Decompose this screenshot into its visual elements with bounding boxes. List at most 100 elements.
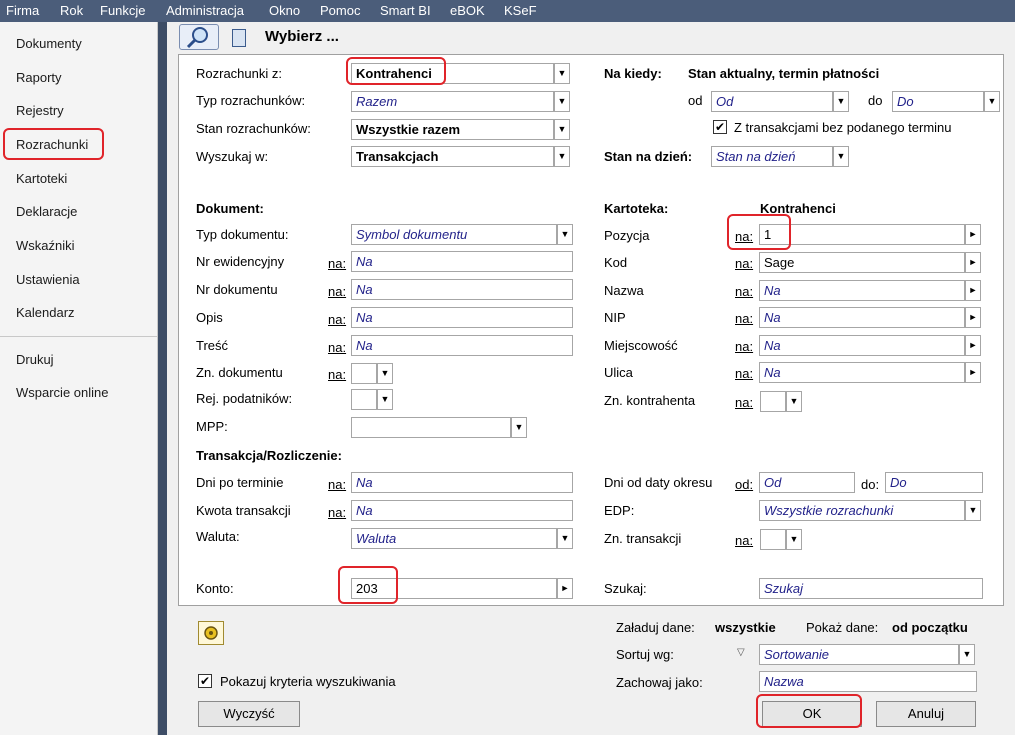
chevron-right-icon[interactable]: ► <box>965 252 981 273</box>
edp-select[interactable]: Wszystkie rozrachunki <box>759 500 965 521</box>
tresc-input[interactable]: Na <box>351 335 573 356</box>
menu-funkcje[interactable]: Funkcje <box>100 3 146 18</box>
menu-ksef[interactable]: KSeF <box>504 3 537 18</box>
na-link[interactable]: na: <box>328 505 346 520</box>
typ-dokumentu-select[interactable]: Symbol dokumentu <box>351 224 557 245</box>
splitter[interactable] <box>158 22 167 735</box>
chevron-down-icon[interactable]: ▼ <box>557 528 573 549</box>
waluta-label: Waluta: <box>196 529 240 544</box>
od-select[interactable]: Od <box>711 91 833 112</box>
chevron-down-icon[interactable]: ▼ <box>786 529 802 550</box>
chevron-down-icon[interactable]: ▼ <box>833 146 849 167</box>
od-link[interactable]: od: <box>735 477 753 492</box>
dni-do-input[interactable]: Do <box>885 472 983 493</box>
na-link[interactable]: na: <box>735 339 753 354</box>
opis-input[interactable]: Na <box>351 307 573 328</box>
zn-transakcji-select[interactable] <box>760 529 786 550</box>
na-link[interactable]: na: <box>735 311 753 326</box>
dni-od-input[interactable]: Od <box>759 472 855 493</box>
sidebar-item-kalendarz[interactable]: Kalendarz <box>16 305 75 320</box>
chevron-down-icon[interactable]: ▼ <box>557 224 573 245</box>
na-link[interactable]: na: <box>735 395 753 410</box>
pokaz-value[interactable]: od początku <box>892 620 968 635</box>
menu-okno[interactable]: Okno <box>269 3 300 18</box>
na-link[interactable]: na: <box>328 284 346 299</box>
na-link[interactable]: na: <box>328 367 346 382</box>
typ-rozrachunkow-select[interactable]: Razem <box>351 91 554 112</box>
na-link[interactable]: na: <box>735 256 753 271</box>
dni-po-terminie-input[interactable]: Na <box>351 472 573 493</box>
sidebar-item-ustawienia[interactable]: Ustawienia <box>16 272 80 287</box>
chevron-down-icon[interactable]: ▼ <box>554 146 570 167</box>
stan-rozrachunkow-select[interactable]: Wszystkie razem <box>351 119 554 140</box>
cancel-button[interactable]: Anuluj <box>876 701 976 727</box>
sidebar-item-dokumenty[interactable]: Dokumenty <box>16 36 82 51</box>
sortuj-select[interactable]: Sortowanie <box>759 644 959 665</box>
miejscowosc-input[interactable]: Na <box>759 335 965 356</box>
do-link[interactable]: do: <box>861 477 879 492</box>
na-link[interactable]: na: <box>735 284 753 299</box>
kod-input[interactable]: Sage <box>759 252 965 273</box>
chevron-down-icon[interactable]: ▼ <box>377 389 393 410</box>
bez-terminu-checkbox[interactable]: ✔ <box>713 120 727 134</box>
chevron-down-icon[interactable]: ▼ <box>984 91 1000 112</box>
nip-input[interactable]: Na <box>759 307 965 328</box>
na-link[interactable]: na: <box>328 477 346 492</box>
zn-dokumentu-select[interactable] <box>351 363 377 384</box>
zn-kontrahenta-select[interactable] <box>760 391 786 412</box>
mpp-select[interactable] <box>351 417 511 438</box>
chevron-down-icon[interactable]: ▼ <box>959 644 975 665</box>
chevron-down-icon[interactable]: ▼ <box>965 500 981 521</box>
sidebar-item-kartoteki[interactable]: Kartoteki <box>16 171 67 186</box>
stan-na-dzien-select[interactable]: Stan na dzień <box>711 146 833 167</box>
pokazuj-kryteria-checkbox[interactable]: ✔ <box>198 674 212 688</box>
chevron-down-icon[interactable]: ▼ <box>554 63 570 84</box>
chevron-down-icon[interactable]: ▼ <box>511 417 527 438</box>
nazwa-input[interactable]: Na <box>759 280 965 301</box>
chevron-right-icon[interactable]: ► <box>965 362 981 383</box>
chevron-down-icon[interactable]: ▼ <box>554 119 570 140</box>
na-link[interactable]: na: <box>735 533 753 548</box>
chevron-right-icon[interactable]: ► <box>965 335 981 356</box>
na-link[interactable]: na: <box>328 256 346 271</box>
sidebar-item-drukuj[interactable]: Drukuj <box>16 352 54 367</box>
sidebar-item-rejestry[interactable]: Rejestry <box>16 103 64 118</box>
sidebar-item-wsparcie[interactable]: Wsparcie online <box>16 385 109 400</box>
wizard-icon[interactable] <box>198 621 224 645</box>
chevron-right-icon[interactable]: ► <box>965 280 981 301</box>
chevron-right-icon[interactable]: ► <box>557 578 573 599</box>
na-link[interactable]: na: <box>328 340 346 355</box>
sidebar-item-deklaracje[interactable]: Deklaracje <box>16 204 77 219</box>
chevron-down-icon[interactable]: ▼ <box>377 363 393 384</box>
zachowaj-input[interactable]: Nazwa <box>759 671 977 692</box>
waluta-select[interactable]: Waluta <box>351 528 557 549</box>
edp-value: Wszystkie rozrachunki <box>764 503 894 518</box>
chevron-down-icon[interactable]: ▼ <box>786 391 802 412</box>
zaladuj-value[interactable]: wszystkie <box>715 620 776 635</box>
menu-smart-bi[interactable]: Smart BI <box>380 3 431 18</box>
kwota-transakcji-input[interactable]: Na <box>351 500 573 521</box>
sidebar-item-wskazniki[interactable]: Wskaźniki <box>16 238 75 253</box>
na-link[interactable]: na: <box>735 366 753 381</box>
dokument-header: Dokument: <box>196 201 264 216</box>
chevron-right-icon[interactable]: ► <box>965 224 981 245</box>
na-link[interactable]: na: <box>328 312 346 327</box>
rej-podatnikow-select[interactable] <box>351 389 377 410</box>
ulica-input[interactable]: Na <box>759 362 965 383</box>
menu-rok[interactable]: Rok <box>60 3 83 18</box>
szukaj-input[interactable]: Szukaj <box>759 578 983 599</box>
menu-firma[interactable]: Firma <box>6 3 39 18</box>
sort-direction-icon[interactable]: ▽ <box>737 647 745 658</box>
sidebar-item-raporty[interactable]: Raporty <box>16 70 62 85</box>
chevron-down-icon[interactable]: ▼ <box>554 91 570 112</box>
wyszukaj-w-select[interactable]: Transakcjach <box>351 146 554 167</box>
chevron-down-icon[interactable]: ▼ <box>833 91 849 112</box>
menu-pomoc[interactable]: Pomoc <box>320 3 360 18</box>
menu-administracja[interactable]: Administracja <box>166 3 244 18</box>
clear-button[interactable]: Wyczyść <box>198 701 300 727</box>
do-select[interactable]: Do <box>892 91 984 112</box>
nr-ewidencyjny-input[interactable]: Na <box>351 251 573 272</box>
chevron-right-icon[interactable]: ► <box>965 307 981 328</box>
nr-dokumentu-input[interactable]: Na <box>351 279 573 300</box>
menu-ebok[interactable]: eBOK <box>450 3 485 18</box>
